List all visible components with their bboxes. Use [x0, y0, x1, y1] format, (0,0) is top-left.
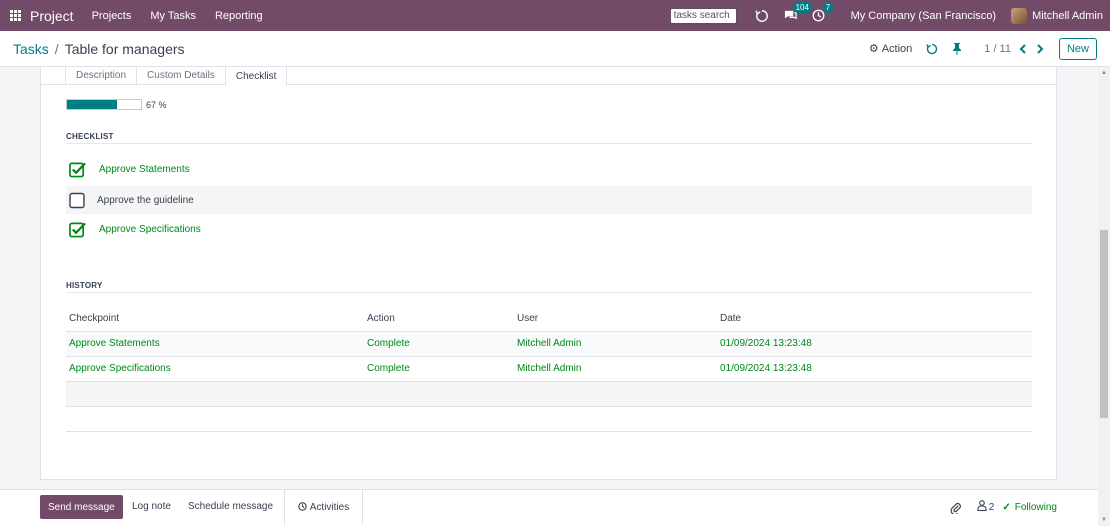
messages-badge: 104 [792, 2, 812, 13]
new-button[interactable]: New [1058, 37, 1097, 60]
search-input[interactable] [669, 7, 737, 24]
top-navbar: Project Projects My Tasks Reporting 104 … [0, 0, 1110, 31]
cell-checkpoint: Approve Specifications [66, 356, 364, 382]
previous-record-chevron-icon[interactable] [1019, 43, 1027, 54]
checklist-item-label: Approve Specifications [99, 223, 201, 235]
progress-fill [67, 100, 117, 109]
activities-clock-icon[interactable]: 7 [812, 2, 834, 22]
followers-button[interactable]: 2 [977, 500, 995, 514]
nav-link-my-tasks[interactable]: My Tasks [150, 10, 196, 22]
following-toggle[interactable]: ✓ Following [1002, 502, 1057, 513]
checklist-item[interactable]: Approve Specifications [66, 215, 1032, 243]
progress-label: 67 % [146, 99, 167, 110]
checked-box-icon[interactable] [69, 221, 86, 238]
progress-bar [66, 99, 142, 110]
activities-button[interactable]: Activities [284, 490, 363, 525]
page-title: Table for managers [64, 40, 185, 57]
column-header-checkpoint[interactable]: Checkpoint [66, 306, 364, 332]
checklist-progress: 67 % [66, 99, 167, 110]
cell-user: Mitchell Admin [514, 331, 717, 357]
discard-changes-icon[interactable] [926, 43, 938, 55]
cell-user: Mitchell Admin [514, 356, 717, 382]
checklist-section-title: CHECKLIST [66, 132, 114, 141]
app-brand[interactable]: Project [30, 8, 74, 24]
section-divider [66, 143, 1032, 144]
log-note-button[interactable]: Log note [132, 501, 171, 512]
checklist-item[interactable]: Approve Statements [66, 155, 1032, 183]
nav-link-projects[interactable]: Projects [92, 10, 132, 22]
checked-box-icon[interactable] [69, 161, 86, 178]
cell-date: 01/09/2024 13:23:48 [717, 331, 1032, 357]
column-header-user[interactable]: User [514, 306, 717, 332]
messages-icon[interactable]: 104 [783, 2, 812, 22]
notebook-tabs: Description Custom Details Checklist [65, 67, 288, 86]
activities-label: Activities [309, 502, 350, 513]
pager-value[interactable]: 1 / 11 [984, 43, 1011, 55]
cell-action: Complete [364, 356, 514, 382]
history-section-title: HISTORY [66, 281, 103, 290]
activities-badge: 7 [822, 2, 834, 13]
clock-icon [298, 501, 307, 514]
user-name: Mitchell Admin [1032, 9, 1103, 22]
scrollbar-thumb[interactable] [1100, 230, 1108, 418]
table-empty-row [66, 381, 1032, 407]
scroll-down-arrow-icon[interactable]: ▼ [1101, 517, 1107, 523]
attachment-paperclip-icon[interactable] [950, 501, 961, 514]
check-icon: ✓ [1002, 501, 1011, 513]
checklist-item-label: Approve the guideline [97, 194, 194, 206]
chatter-bar: Send message Log note Schedule message A… [0, 489, 1110, 526]
gear-icon: ⚙ [868, 43, 879, 55]
cell-action: Complete [364, 331, 514, 357]
checklist-item[interactable]: Approve the guideline [66, 186, 1032, 214]
sync-icon[interactable] [754, 9, 769, 23]
breadcrumb-tasks-link[interactable]: Tasks [13, 41, 49, 57]
nav-link-reporting[interactable]: Reporting [215, 10, 263, 22]
table-row[interactable]: Approve Statements Complete Mitchell Adm… [66, 331, 1032, 357]
user-icon [977, 500, 987, 514]
cell-checkpoint: Approve Statements [66, 331, 364, 357]
vertical-scrollbar[interactable]: ▲ ▼ [1098, 67, 1110, 526]
following-label: Following [1014, 501, 1057, 513]
send-message-button[interactable]: Send message [40, 495, 123, 519]
cell-date: 01/09/2024 13:23:48 [717, 356, 1032, 382]
pin-icon[interactable] [952, 42, 962, 55]
column-header-action[interactable]: Action [364, 306, 514, 332]
table-header-row: Checkpoint Action User Date [66, 306, 1032, 332]
unchecked-box-icon[interactable] [69, 192, 86, 209]
action-label: Action [881, 42, 913, 55]
action-menu-button[interactable]: ⚙ Action [868, 42, 913, 56]
table-empty-row [66, 406, 1032, 432]
section-divider [66, 292, 1032, 293]
company-switcher[interactable]: My Company (San Francisco) [851, 10, 997, 22]
column-header-date[interactable]: Date [717, 306, 1032, 332]
scroll-up-arrow-icon[interactable]: ▲ [1101, 70, 1107, 76]
history-table: Checkpoint Action User Date Approve Stat… [66, 306, 1032, 432]
user-menu[interactable]: Mitchell Admin [1011, 7, 1103, 24]
apps-menu-icon[interactable] [0, 0, 30, 31]
breadcrumb-separator: / [54, 40, 59, 57]
tab-custom-details[interactable]: Custom Details [136, 67, 226, 85]
checklist-item-label: Approve Statements [99, 163, 190, 175]
next-record-chevron-icon[interactable] [1036, 43, 1044, 54]
avatar [1011, 7, 1028, 24]
tab-checklist[interactable]: Checklist [224, 67, 288, 86]
control-panel: Tasks / Table for managers ⚙ Action 1 / … [0, 31, 1110, 67]
tab-description[interactable]: Description [65, 67, 138, 85]
schedule-message-button[interactable]: Schedule message [188, 501, 273, 512]
table-row[interactable]: Approve Specifications Complete Mitchell… [66, 356, 1032, 382]
breadcrumb: Tasks / Table for managers [13, 41, 185, 57]
form-sheet: Description Custom Details Checklist 67 … [40, 67, 1057, 480]
followers-count: 2 [988, 501, 995, 513]
